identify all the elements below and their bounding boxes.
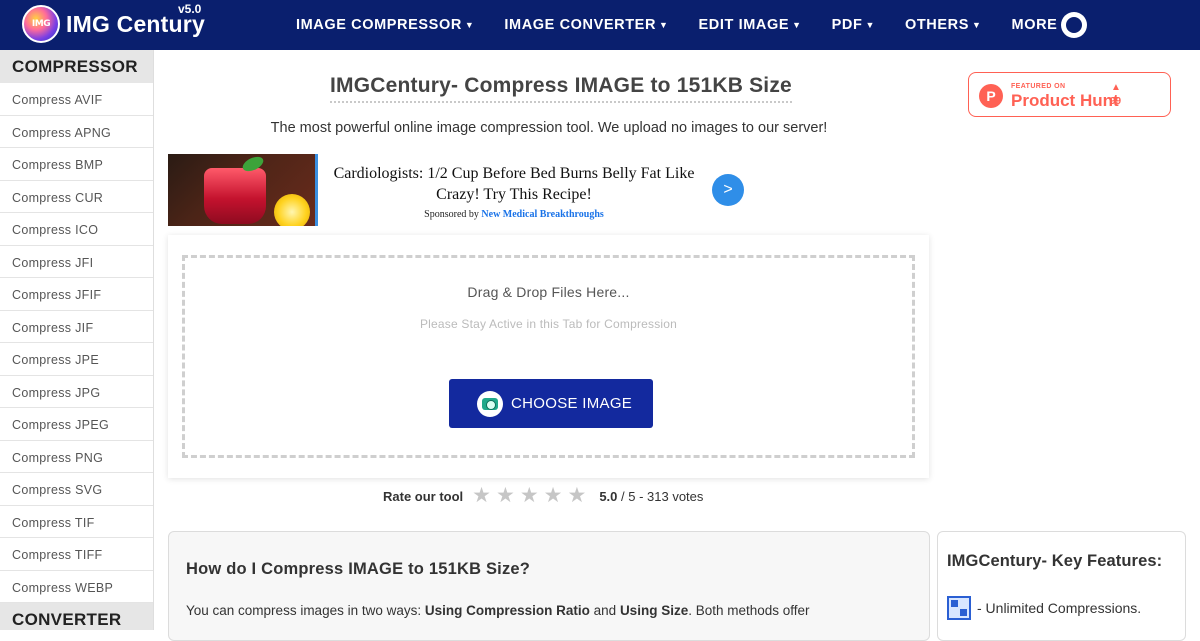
qr-code-icon [947, 596, 971, 620]
nav-label: IMAGE CONVERTER [504, 17, 657, 33]
brand-version: v5.0 [178, 2, 202, 16]
feature-item: - Unlimited Compressions. [947, 596, 1141, 620]
star-icon-1[interactable]: ★ [472, 485, 491, 506]
sidebar-item-compress-tiff[interactable]: Compress TIFF [0, 538, 153, 571]
main-nav: IMAGE COMPRESSOR ▼ IMAGE CONVERTER ▼ EDIT … [296, 0, 1100, 50]
upload-card: Drag & Drop Files Here... Please Stay Ac… [168, 235, 929, 478]
nav-item-image-compressor[interactable]: IMAGE COMPRESSOR ▼ [296, 17, 474, 33]
howto-text-part: and [589, 603, 620, 618]
product-hunt-logo-icon: P [979, 84, 1003, 108]
top-navbar: IMG IMG Century v5.0 IMAGE COMPRESSOR ▼ I… [0, 0, 1200, 50]
choose-image-button[interactable]: CHOOSE IMAGE [449, 379, 653, 428]
howto-text-part: . Both methods offer [688, 603, 810, 618]
nav-label: MORE [1011, 17, 1058, 33]
nav-item-edit-image[interactable]: EDIT IMAGE ▼ [699, 17, 802, 33]
rating-label: Rate our tool [383, 488, 464, 504]
brand-logo-icon: IMG [22, 5, 60, 43]
caret-down-icon: ▼ [464, 20, 475, 30]
rating-row: Rate our tool ★ ★ ★ ★ ★ 5.0 / 5 - 313 vo… [383, 485, 703, 507]
camera-icon [477, 390, 503, 417]
howto-bold-ratio: Using Compression Ratio [424, 603, 590, 618]
sidebar-header-compressor: COMPRESSOR [0, 50, 153, 83]
product-hunt-vote-count: 99 [1110, 96, 1122, 107]
howto-text-part: You can compress images in two ways: [186, 603, 425, 618]
lemon-slice-shape [274, 194, 310, 226]
product-hunt-name: Product Hunt [1011, 91, 1119, 110]
rating-score-value: 5.0 [599, 488, 618, 504]
sidebar-item-compress-avif[interactable]: Compress AVIF [0, 83, 153, 116]
feature-item-text: - Unlimited Compressions. [977, 600, 1142, 616]
rating-score: 5.0 / 5 - 313 votes [599, 489, 703, 504]
drop-files-text: Drag & Drop Files Here... [467, 284, 630, 300]
nav-label: IMAGE COMPRESSOR [296, 17, 462, 33]
sidebar-item-compress-webp[interactable]: Compress WEBP [0, 571, 153, 603]
sidebar-item-compress-cur[interactable]: Compress CUR [0, 181, 153, 213]
stay-active-text: Please Stay Active in this Tab for Compr… [419, 317, 678, 331]
caret-down-icon: ▼ [865, 20, 875, 30]
nav-label: OTHERS [904, 17, 969, 33]
star-icon-4[interactable]: ★ [544, 485, 563, 506]
drink-glass-shape [204, 168, 266, 224]
sidebar-item-compress-jfi[interactable]: Compress JFI [0, 246, 153, 278]
nav-item-image-converter[interactable]: IMAGE CONVERTER ▼ [504, 17, 668, 33]
sidebar-item-compress-jpe[interactable]: Compress JPE [0, 343, 153, 376]
star-icon-3[interactable]: ★ [520, 485, 539, 506]
caret-down-icon: ▼ [659, 20, 669, 30]
upvote-arrow-icon: ▲ [1111, 82, 1121, 93]
dark-mode-toggle-icon[interactable] [1061, 12, 1087, 38]
howto-title: How do I Compress IMAGE to 151KB Size? [186, 560, 531, 578]
howto-text: You can compress images in two ways: Usi… [186, 603, 810, 618]
caret-down-icon: ▼ [792, 20, 802, 30]
key-features-card: IMGCentury- Key Features: - Unlimited Co… [937, 531, 1186, 641]
ad-image [168, 154, 318, 226]
nav-label: PDF [831, 17, 863, 33]
ad-sponsored-prefix: Sponsored by [424, 209, 479, 220]
sidebar-item-compress-jif[interactable]: Compress JIF [0, 311, 153, 343]
sidebar-header-converter: CONVERTER [0, 603, 153, 630]
sidebar-item-compress-svg[interactable]: Compress SVG [0, 473, 153, 506]
sidebar: COMPRESSOR Compress AVIF Compress APNG C… [0, 50, 154, 630]
key-features-title: IMGCentury- Key Features: [947, 552, 1163, 570]
page-title: IMGCentury- Compress IMAGE to 151KB Size [330, 74, 792, 103]
sidebar-item-compress-png[interactable]: Compress PNG [0, 441, 153, 473]
choose-image-label: CHOOSE IMAGE [511, 395, 633, 412]
ad-arrow-button[interactable]: > [712, 174, 744, 206]
star-icon-5[interactable]: ★ [567, 485, 586, 506]
caret-down-icon: ▼ [972, 20, 982, 30]
howto-card: How do I Compress IMAGE to 151KB Size? Y… [168, 531, 930, 641]
file-dropzone[interactable]: Drag & Drop Files Here... Please Stay Ac… [182, 255, 915, 458]
ad-sponsor-name[interactable]: New Medical Breakthroughs [481, 209, 603, 220]
sidebar-item-compress-bmp[interactable]: Compress BMP [0, 148, 153, 181]
sidebar-item-compress-ico[interactable]: Compress ICO [0, 213, 153, 246]
ad-headline[interactable]: Cardiologists: 1/2 Cup Before Bed Burns … [330, 163, 698, 205]
sidebar-item-compress-jpeg[interactable]: Compress JPEG [0, 408, 153, 441]
star-icon-2[interactable]: ★ [496, 485, 515, 506]
sponsored-ad[interactable]: Cardiologists: 1/2 Cup Before Bed Burns … [168, 154, 758, 226]
sidebar-item-compress-apng[interactable]: Compress APNG [0, 116, 153, 148]
sidebar-item-compress-tif[interactable]: Compress TIF [0, 506, 153, 538]
nav-label: EDIT IMAGE [698, 17, 790, 33]
nav-item-others[interactable]: OTHERS ▼ [905, 17, 982, 33]
sidebar-item-compress-jpg[interactable]: Compress JPG [0, 376, 153, 408]
product-hunt-featured-label: FEATURED ON [1011, 83, 1066, 90]
product-hunt-badge[interactable]: P FEATURED ON Product Hunt ▲ 99 [968, 72, 1171, 117]
page-subtitle: The most powerful online image compressi… [270, 120, 828, 136]
ad-sponsor-line: Sponsored by New Medical Breakthroughs [330, 209, 698, 220]
nav-item-pdf[interactable]: PDF ▼ [832, 17, 875, 33]
howto-bold-size: Using Size [619, 603, 689, 618]
brand-badge-text: IMG [31, 19, 51, 29]
sidebar-item-compress-jfif[interactable]: Compress JFIF [0, 278, 153, 311]
rating-votes-text: / 5 - 313 votes [621, 488, 704, 504]
